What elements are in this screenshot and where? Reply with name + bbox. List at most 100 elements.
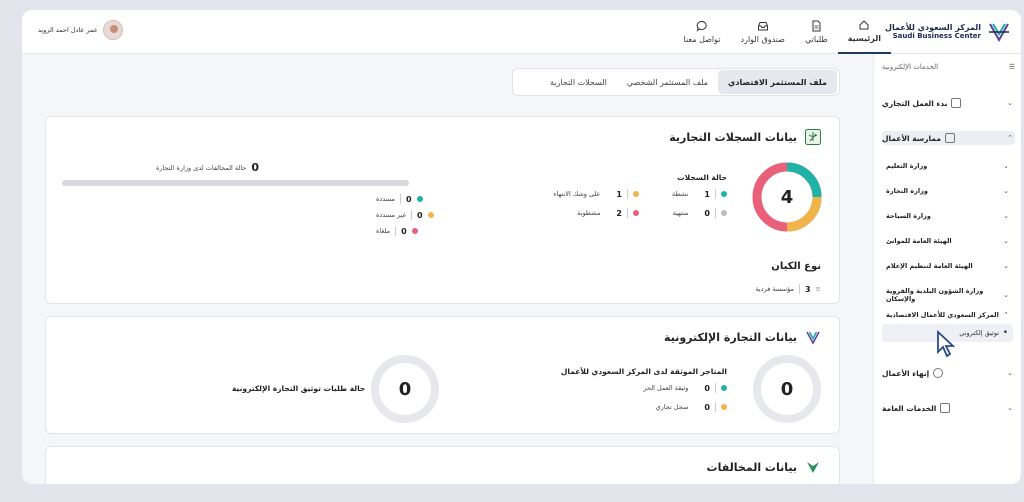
nav-inbox-label: صندوق الوارد (740, 35, 785, 44)
stores-title: المتاجر الموثقة لدى المركز السعودي للأعم… (560, 367, 727, 376)
sidebar-title: الخدمات الإلكترونية (882, 63, 939, 71)
services-sidebar: الخدمات الإلكترونية ☰ بدء العمل التجاري … (873, 54, 1021, 484)
store-count: 0 (704, 383, 710, 393)
sidebar-item-label: الخدمات العامة (882, 403, 937, 413)
document-icon (812, 20, 821, 32)
sidebar-sub-education[interactable]: وزارة التعليم ⌄ (886, 162, 1009, 170)
store-dot (721, 385, 727, 391)
ecommerce-logo-icon (806, 331, 820, 345)
sidebar-item-doing-business[interactable]: ممارسة الأعمال ⌃ (882, 133, 1013, 143)
status-struck-off: 2 مشطوبة (577, 208, 639, 218)
violations-count: 0 (251, 161, 260, 174)
violations-card: بيانات المخالفات (45, 446, 840, 484)
violation-dot (411, 228, 418, 234)
user-menu[interactable]: عمر عادل احمد الزويد (38, 20, 123, 40)
sidebar-sub-label: وزارة الشؤون البلدية والقروية والإسكان (886, 287, 984, 303)
violation-label: ملغاة (376, 227, 391, 235)
chevron-down-icon: ⌄ (1003, 212, 1009, 220)
sidebar-item-start-business[interactable]: بدء العمل التجاري ⌄ (882, 98, 1013, 108)
home-icon (859, 20, 869, 30)
violations-title: حالة المخالفات لدى وزارة التجارة (156, 163, 247, 172)
collapse-menu-icon[interactable]: ☰ (1009, 63, 1015, 71)
violations-card-title: بيانات المخالفات (706, 460, 797, 474)
nav-contact-us-label: تواصل معنا (683, 35, 721, 44)
chevron-down-icon: ⌄ (1003, 262, 1009, 270)
tab-personal-investor[interactable]: ملف المستثمر الشخصي (617, 70, 718, 94)
stores-donut: 0 (751, 353, 823, 425)
chevron-down-icon: ⌄ (1003, 187, 1009, 195)
status-label: نشطة (671, 190, 689, 198)
chevron-down-icon: ⌄ (1003, 162, 1009, 170)
violation-count: 0 (406, 194, 412, 204)
tab-economic-investor[interactable]: ملف المستثمر الاقتصادي (718, 70, 837, 94)
nav-my-requests[interactable]: طلباتي (795, 10, 838, 54)
violation-count: 0 (401, 226, 407, 236)
sidebar-sub-label: الهيئة العامة لتنظيم الإعلام (886, 262, 973, 270)
main-content: ملف المستثمر الاقتصادي ملف المستثمر الشخ… (22, 54, 873, 484)
main-nav: الرئيسية طلباتي صندوق الوارد تواصل معنا (674, 10, 891, 54)
sidebar-item-end-business[interactable]: إنهاء الأعمال ⌄ (882, 368, 1013, 378)
registers-donut: 4 (751, 161, 823, 233)
sidebar-sub-commerce[interactable]: وزارة التجارة ⌄ (886, 187, 1009, 195)
sidebar-item-label: بدء العمل التجاري (882, 98, 948, 108)
chevron-down-icon: ⌄ (1003, 291, 1009, 299)
sidebar-sub-tourism[interactable]: وزارة السياحة ⌄ (886, 212, 1009, 220)
sidebar-item-label: ممارسة الأعمال (882, 133, 941, 143)
nav-inbox[interactable]: صندوق الوارد (731, 10, 795, 54)
violations-header: 0 حالة المخالفات لدى وزارة التجارة (156, 161, 259, 174)
brand-logo[interactable]: المركز السعودي للأعمال Saudi Business Ce… (885, 18, 1011, 46)
sidebar-sub-label: وزارة التجارة (886, 187, 928, 195)
commercial-registers-card: بيانات السجلات التجارية 4 حالة السجلات 1… (45, 116, 840, 304)
sidebar-item-label: إنهاء الأعمال (882, 368, 930, 378)
entity-type-row: ≡ 3 مؤسسة فردية (755, 284, 821, 294)
user-name: عمر عادل احمد الزويد (38, 26, 98, 34)
sidebar-sub-municipal[interactable]: وزارة الشؤون البلدية والقروية والإسكان ⌄ (886, 287, 1009, 303)
nav-my-requests-label: طلباتي (804, 35, 828, 44)
entity-icon: ≡ (815, 285, 821, 293)
status-count: 2 (616, 208, 622, 218)
logo-arabic: المركز السعودي للأعمال (885, 23, 981, 32)
nav-contact-us[interactable]: تواصل معنا (674, 10, 731, 54)
status-label: منتهية (672, 209, 689, 217)
avatar[interactable] (102, 20, 123, 40)
status-expired: 0 منتهية (673, 208, 727, 218)
violation-paid: 0 مسددة (376, 194, 423, 204)
mouse-cursor-icon (937, 330, 956, 358)
violation-dot (427, 212, 434, 218)
requests-total: 0 (398, 378, 412, 400)
chevron-down-icon: ⌄ (1007, 99, 1013, 107)
violation-unpaid: 0 غير مسددة (376, 210, 434, 220)
logo-mark-icon (989, 23, 1009, 43)
sidebar-sub-media[interactable]: الهيئة العامة لتنظيم الإعلام ⌄ (886, 262, 1009, 270)
status-label: على وشك الانتهاء (553, 190, 601, 198)
store-count: 0 (704, 402, 710, 412)
status-dot (721, 210, 727, 216)
sidebar-sub-label: وزارة التعليم (886, 162, 928, 170)
services-icon (940, 403, 951, 413)
tab-commercial-registers[interactable]: السجلات التجارية (540, 70, 617, 94)
sidebar-leaf-label: توثيق إلكتروني (959, 329, 999, 337)
violation-label: مسددة (376, 195, 395, 203)
stores-total: 0 (780, 378, 794, 400)
violation-cancelled: 0 ملغاة (376, 226, 418, 236)
briefcase-icon (944, 133, 955, 143)
logo-english: Saudi Business Center (892, 32, 981, 40)
status-count: 0 (704, 208, 710, 218)
store-label: سجل تجاري (655, 403, 689, 411)
entity-label: مؤسسة فردية (755, 285, 794, 293)
status-label: مشطوبة (577, 209, 601, 217)
requests-title: حالة طلبات توثيق التجارة الإلكترونية (232, 384, 366, 393)
store-label: وثيقة العمل الحر (643, 384, 689, 392)
nav-home[interactable]: الرئيسية (837, 10, 891, 54)
requests-donut: 0 (369, 353, 441, 425)
sidebar-item-general-services[interactable]: الخدمات العامة ⌄ (882, 403, 1013, 413)
chevron-down-icon: ⌄ (1007, 404, 1013, 412)
status-count: 1 (704, 189, 710, 199)
chevron-up-icon: ⌃ (1007, 134, 1013, 142)
ecommerce-card: بيانات التجارة الإلكترونية 0 المتاجر الم… (45, 316, 840, 434)
building-icon (951, 98, 962, 108)
inbox-icon (757, 22, 768, 31)
store-commercial-register: 0 سجل تجاري (656, 402, 727, 412)
sidebar-sub-sbc[interactable]: المركز السعودي للأعمال الاقتصادية ⌃ (886, 311, 1009, 319)
sidebar-sub-ports[interactable]: الهيئة العامة للموانئ ⌄ (886, 237, 1009, 245)
